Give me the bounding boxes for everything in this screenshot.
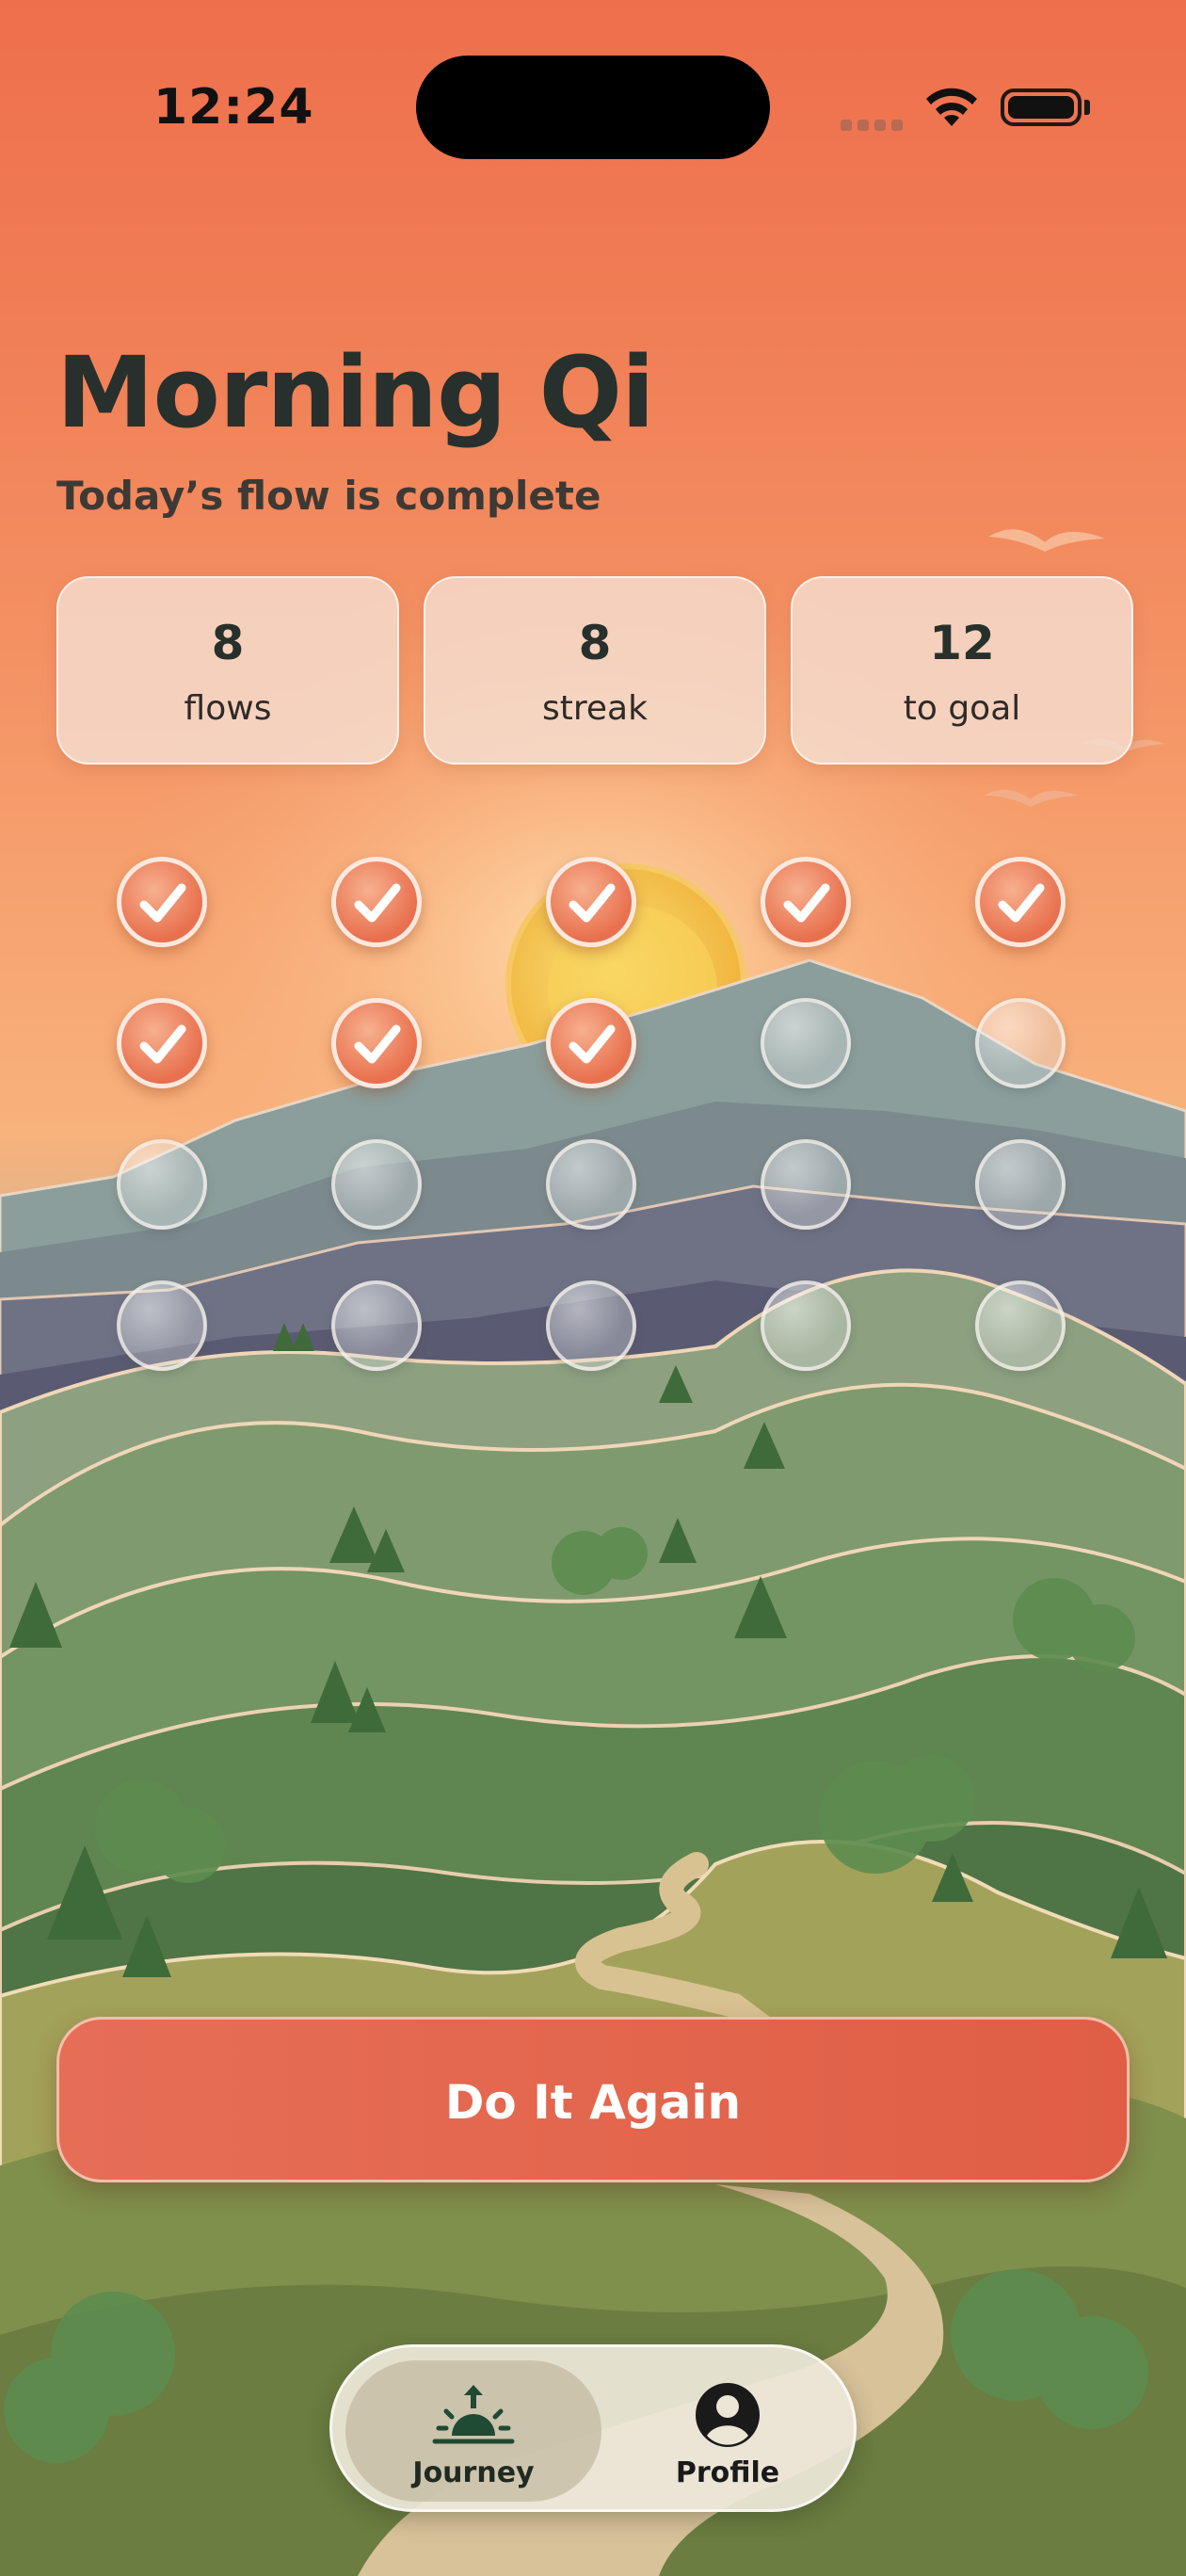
flow-dot-pending [761,998,851,1088]
flow-dot-pending [117,1280,207,1371]
tab-bar: Journey Profile [329,2344,857,2512]
page-subtitle: Today’s flow is complete [56,473,601,519]
cellular-signal-icon [841,117,908,135]
flow-dot-completed [117,857,207,947]
stat-card-streak: 8 streak [424,576,766,765]
flow-dot-completed [331,998,422,1088]
tab-journey[interactable]: Journey [345,2360,601,2502]
flow-dot-completed [117,998,207,1088]
flow-dot-pending [975,998,1066,1088]
flow-dot-pending [975,1139,1066,1230]
checkmark-icon [569,883,616,923]
tab-label: Profile [675,2456,780,2489]
battery-cap [1084,100,1090,115]
flow-dot-pending [331,1280,422,1371]
flow-dot-pending [975,1280,1066,1371]
flow-dot-completed [761,857,851,947]
stat-card-to-goal: 12 to goal [791,576,1133,765]
bird-icon [988,529,1105,552]
flow-dot-pending [761,1280,851,1371]
stat-value: 12 [929,616,995,670]
tab-label: Journey [412,2456,535,2489]
wifi-icon [926,88,977,126]
page-title: Morning Qi [56,335,655,450]
checkmark-icon [139,1024,186,1064]
flow-dot-pending [546,1280,636,1371]
stat-label: to goal [903,689,1021,728]
dynamic-island [416,56,770,159]
checkmark-icon [569,1024,616,1064]
stat-value: 8 [211,616,245,670]
flow-dot-completed [331,857,422,947]
flow-dot-completed [975,857,1066,947]
status-time: 12:24 [153,79,314,136]
stat-card-flows: 8 flows [56,576,399,765]
battery-icon [1001,89,1082,126]
tab-profile[interactable]: Profile [615,2360,841,2502]
do-it-again-button[interactable]: Do It Again [56,2017,1130,2182]
checkmark-icon [998,883,1045,923]
stat-label: streak [542,689,648,728]
stat-label: flows [184,689,272,728]
flow-dot-completed [546,857,636,947]
flow-dot-completed [546,998,636,1088]
person-circle-icon [696,2383,760,2447]
checkmark-icon [354,1024,401,1064]
sunrise-icon [432,2385,515,2444]
checkmark-icon [354,883,401,923]
flow-dot-pending [331,1139,422,1230]
checkmark-icon [783,883,830,923]
flow-dot-pending [546,1139,636,1230]
checkmark-icon [139,883,186,923]
flow-dot-pending [761,1139,851,1230]
flow-dot-pending [117,1139,207,1230]
stat-value: 8 [578,616,612,670]
journey-screen: 12:24 Morning Qi Today’s flow is complet… [0,0,1186,2576]
